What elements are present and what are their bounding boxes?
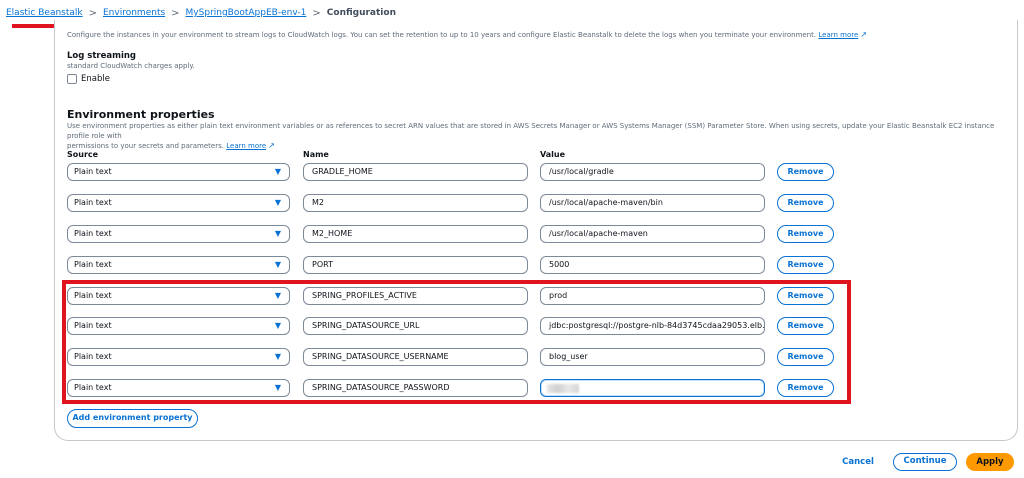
source-select-value: Plain text — [74, 167, 112, 176]
name-input[interactable]: M2_HOME — [303, 225, 528, 243]
property-row: Plain text ▼ GRADLE_HOME /usr/local/gradl… — [0, 163, 1024, 183]
external-link-icon: ↗ — [268, 141, 275, 150]
env-properties-description: Use environment properties as either pla… — [67, 122, 997, 152]
name-input[interactable]: M2 — [303, 194, 528, 212]
source-select[interactable]: Plain text ▼ — [67, 163, 290, 181]
annotation-highlight-box — [62, 280, 851, 404]
remove-button[interactable]: Remove — [777, 225, 834, 243]
property-row: Plain text ▼ M2_HOME /usr/local/apache-ma… — [0, 225, 1024, 245]
add-environment-property-button[interactable]: Add environment property — [67, 409, 198, 428]
log-retention-text: Configure the instances in your environm… — [67, 31, 817, 39]
value-input[interactable]: /usr/local/apache-maven — [540, 225, 765, 243]
breadcrumb-separator: > — [312, 7, 321, 19]
log-retention-description: Configure the instances in your environm… — [67, 30, 867, 41]
source-select-value: Plain text — [74, 260, 112, 269]
apply-button[interactable]: Apply — [966, 453, 1014, 471]
caret-down-icon: ▼ — [274, 229, 281, 238]
source-select-value: Plain text — [74, 229, 112, 238]
log-retention-learn-more-link[interactable]: Learn more — [818, 31, 858, 39]
name-input[interactable]: PORT — [303, 256, 528, 274]
remove-button[interactable]: Remove — [777, 256, 834, 274]
source-select[interactable]: Plain text ▼ — [67, 225, 290, 243]
cancel-button[interactable]: Cancel — [838, 453, 878, 471]
column-header-source: Source — [67, 150, 99, 159]
caret-down-icon: ▼ — [274, 198, 281, 207]
breadcrumb-environment[interactable]: MySpringBootAppEB-env-1 — [186, 8, 307, 18]
log-streaming-enable-label[interactable]: Enable — [81, 74, 110, 84]
value-input[interactable]: /usr/local/apache-maven/bin — [540, 194, 765, 212]
column-header-value: Value — [540, 150, 566, 159]
remove-button[interactable]: Remove — [777, 194, 834, 212]
value-input[interactable]: /usr/local/gradle — [540, 163, 765, 181]
column-header-name: Name — [303, 150, 329, 159]
env-properties-description-line1: Use environment properties as either pla… — [67, 122, 995, 140]
external-link-icon: ↗ — [860, 30, 867, 39]
breadcrumb-current: Configuration — [326, 8, 396, 18]
remove-button[interactable]: Remove — [777, 163, 834, 181]
breadcrumb-separator: > — [88, 7, 97, 19]
value-input[interactable]: 5000 — [540, 256, 765, 274]
property-row: Plain text ▼ PORT 5000 Remove — [0, 256, 1024, 276]
log-streaming-checkbox[interactable] — [67, 74, 77, 84]
source-select[interactable]: Plain text ▼ — [67, 194, 290, 212]
breadcrumb-environments[interactable]: Environments — [103, 8, 165, 18]
caret-down-icon: ▼ — [274, 260, 281, 269]
log-streaming-label: Log streaming — [67, 51, 137, 61]
env-properties-description-line2-wrap: permissions to your secrets and paramete… — [67, 141, 997, 152]
log-streaming-subtext: standard CloudWatch charges apply. — [67, 62, 195, 70]
breadcrumb-elastic-beanstalk[interactable]: Elastic Beanstalk — [6, 8, 83, 18]
source-select[interactable]: Plain text ▼ — [67, 256, 290, 274]
property-row: Plain text ▼ M2 /usr/local/apache-maven/b… — [0, 194, 1024, 214]
env-properties-description-line2: permissions to your secrets and paramete… — [67, 142, 224, 150]
caret-down-icon: ▼ — [274, 167, 281, 176]
breadcrumb-separator: > — [171, 7, 180, 19]
env-properties-title: Environment properties — [67, 108, 215, 121]
source-select-value: Plain text — [74, 198, 112, 207]
continue-button[interactable]: Continue — [893, 453, 957, 471]
name-input[interactable]: GRADLE_HOME — [303, 163, 528, 181]
env-properties-learn-more-link[interactable]: Learn more — [226, 142, 266, 150]
